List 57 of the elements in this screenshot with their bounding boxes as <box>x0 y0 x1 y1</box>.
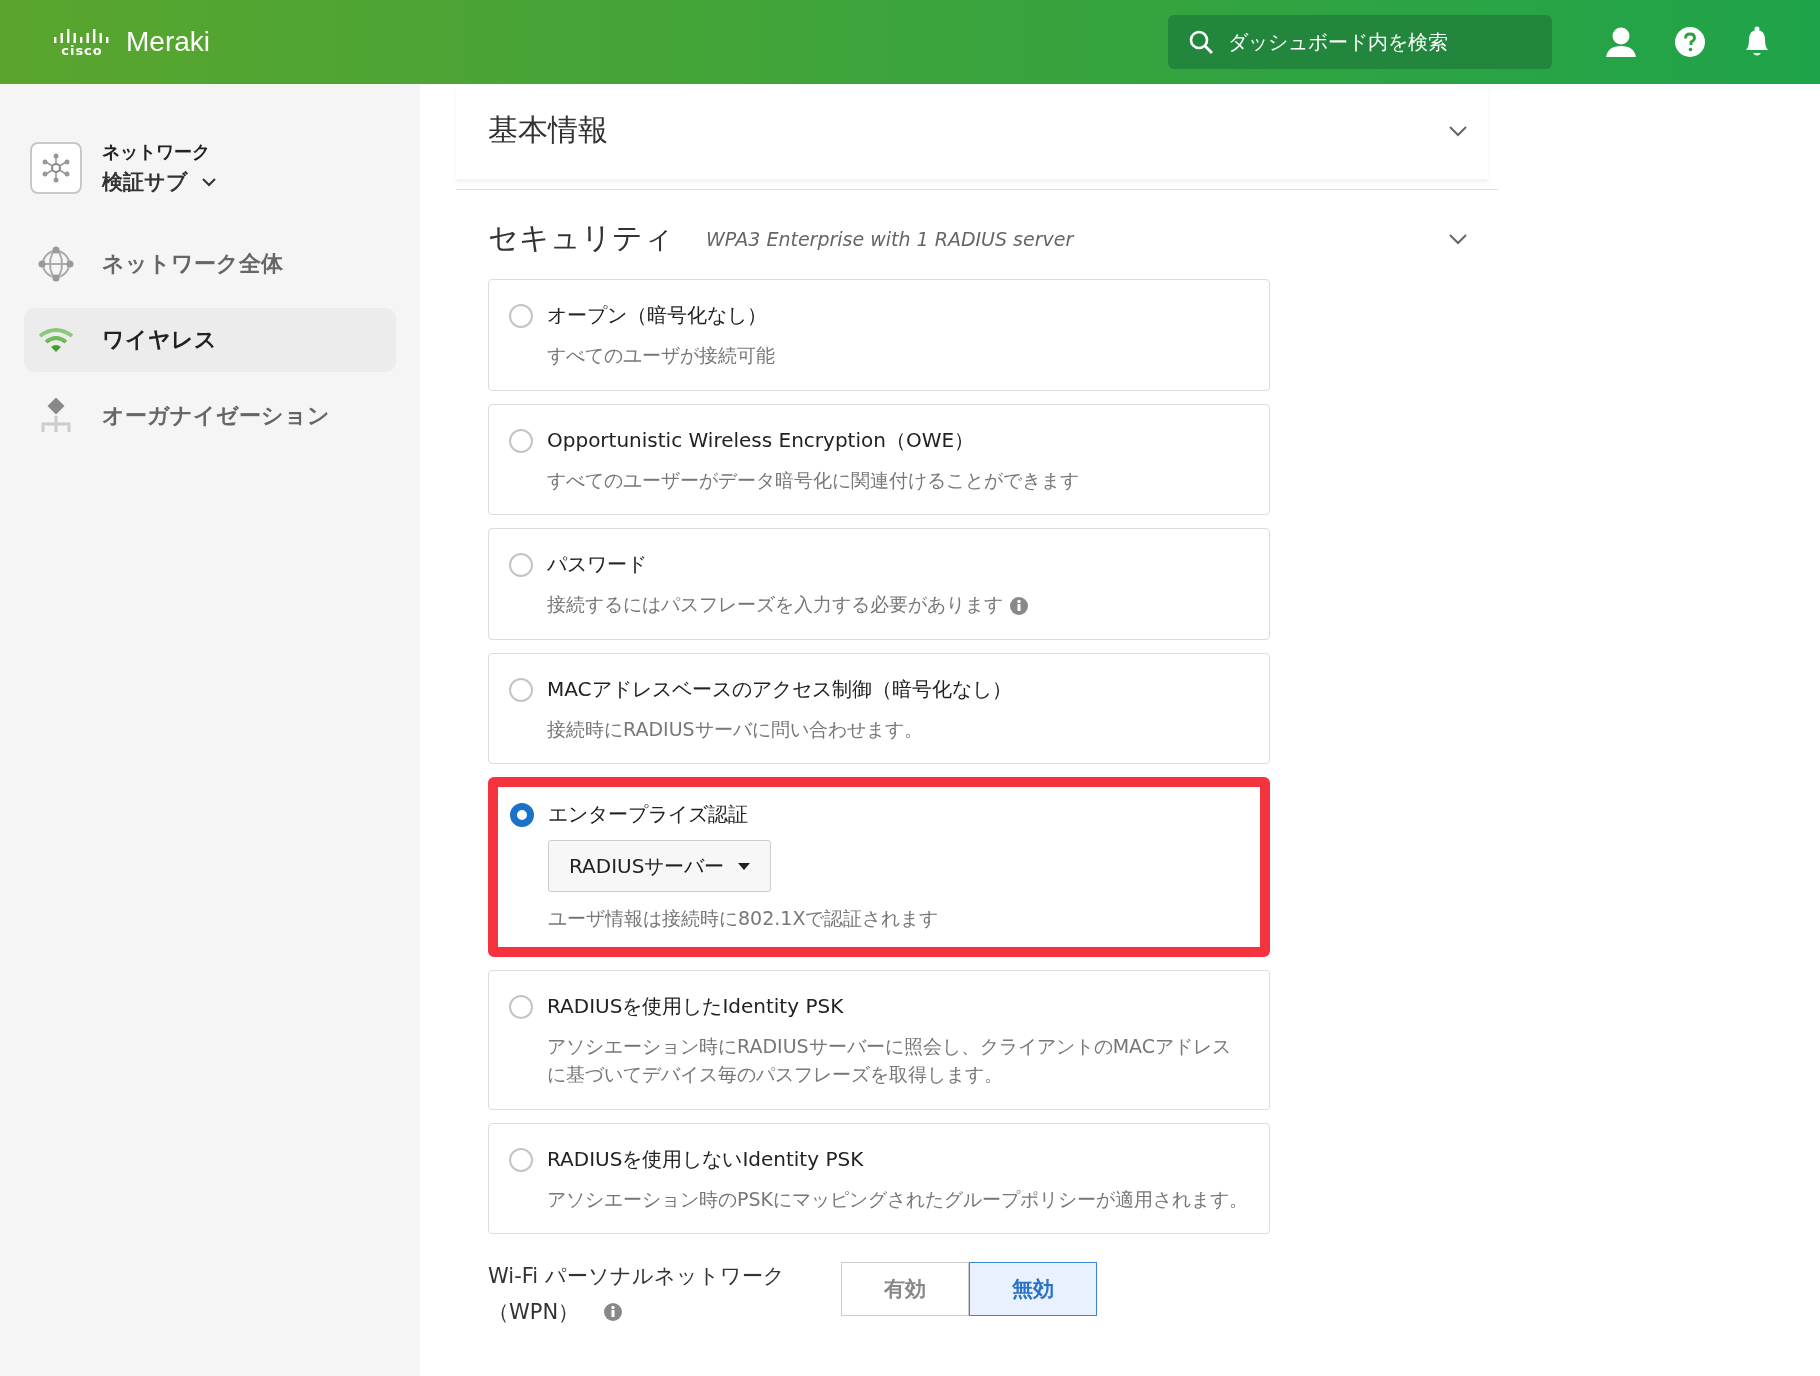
option-title: パスワード <box>547 551 648 578</box>
section-header[interactable]: 基本情報 <box>456 84 1488 179</box>
sidebar-item[interactable]: ワイヤレス <box>24 308 396 372</box>
radius-dropdown[interactable]: RADIUSサーバー <box>548 840 772 892</box>
network-icon <box>30 142 82 194</box>
chevron-down-icon <box>202 177 216 187</box>
network-selector[interactable]: ネットワーク 検証サブ <box>102 140 216 196</box>
option-description: 接続時にRADIUSサーバに問い合わせます。 <box>547 717 923 740</box>
info-icon[interactable] <box>603 1302 624 1322</box>
option-description: すべてのユーザが接続可能 <box>547 344 775 366</box>
wifi-icon <box>38 326 74 354</box>
option-card[interactable]: MACアドレスベースのアクセス制御（暗号化なし） 接続時にRADIUSサーバに問い合わせます。 <box>488 652 1270 764</box>
sidebar-item[interactable]: オーガナイゼーション <box>24 384 396 448</box>
option-title: RADIUSを使用したIdentity PSK <box>547 992 845 1020</box>
search-field[interactable]: ダッシュボード内を検索 <box>1168 15 1552 69</box>
chevron-down-icon[interactable] <box>1448 232 1468 245</box>
section-title: セキュリティ <box>488 219 674 257</box>
option-card[interactable]: Opportunistic Wireless Encryption（OWE） すべてのユーザーがデータ暗号化に関連付けることができます <box>488 403 1270 515</box>
option-title: RADIUSを使用しないIdentity PSK <box>547 1145 865 1173</box>
option-card[interactable]: パスワード 接続するにはパスフレーズを入力する必要があります <box>488 528 1270 640</box>
radio-button[interactable] <box>509 994 533 1019</box>
wpn-label: Wi-Fi パーソナルネットワーク <box>488 1263 785 1290</box>
option-description: すべてのユーザーがデータ暗号化に関連付けることができます <box>547 468 1079 491</box>
option-description: アソシエーション時にRADIUSサーバーに照会し、クライアントのMACアドレスに基づいてデバイス毎のパスフレーズを取得します。 <box>547 1034 1231 1085</box>
option-card[interactable]: RADIUSを使用したIdentity PSK アソシエーション時にRADIUSサーバーに照会し、クライアントのMACアドレスに基づいてデバイス毎のパスフレーズを取得します。 <box>488 969 1270 1110</box>
option-description: アソシエーション時のPSKにマッピングされたグループポリシーが適用されます。 <box>547 1187 1248 1210</box>
org-chart-icon <box>40 398 72 434</box>
radio-button[interactable] <box>509 677 533 702</box>
radio-button[interactable] <box>509 304 533 328</box>
highlighted-option-card[interactable]: エンタープライズ認証 RADIUSサーバー ユーザ情報は接続時に802.1Xで認証されます <box>488 777 1270 957</box>
option-card[interactable]: オープン（暗号化なし） すべてのユーザが接続可能 <box>488 279 1270 391</box>
search-icon <box>1188 29 1214 55</box>
section-summary: WPA3 Enterprise with 1 RADIUS server <box>706 227 1076 250</box>
search-input[interactable]: ダッシュボード内を検索 <box>1226 29 1530 55</box>
option-title: Opportunistic Wireless Encryption（OWE） <box>547 426 976 454</box>
option-title: オープン（暗号化なし） <box>547 302 768 329</box>
caret-icon <box>738 862 751 870</box>
radio-button[interactable] <box>509 428 533 453</box>
user-icon[interactable] <box>1604 26 1638 58</box>
sidebar-item[interactable]: ネットワーク全体 <box>24 232 396 296</box>
option-description: 接続するにはパスフレーズを入力する必要があります <box>547 593 1003 615</box>
option-title: エンタープライズ認証 <box>548 801 749 828</box>
radio-button[interactable] <box>509 1147 533 1172</box>
radio-button[interactable] <box>509 553 533 577</box>
toggle-option[interactable]: 無効 <box>968 1262 1097 1316</box>
option-card[interactable]: RADIUSを使用しないIdentity PSK アソシエーション時のPSKにマッピングされたグループポリシーが適用されます。 <box>488 1122 1270 1234</box>
info-icon[interactable] <box>1009 595 1029 616</box>
radio-button[interactable] <box>510 803 534 827</box>
option-title: MACアドレスベースのアクセス制御（暗号化なし） <box>547 675 1012 703</box>
option-description: ユーザ情報は接続時に802.1Xで認証されます <box>548 907 939 929</box>
toggle-option[interactable]: 有効 <box>840 1262 969 1316</box>
wpn-label: （WPN） <box>488 1299 580 1326</box>
logo-wordmark: cisco <box>61 42 103 58</box>
globe-icon <box>38 246 74 282</box>
help-icon[interactable] <box>1674 26 1706 58</box>
product-name: Meraki <box>126 26 210 58</box>
chevron-down-icon[interactable] <box>1448 124 1468 137</box>
